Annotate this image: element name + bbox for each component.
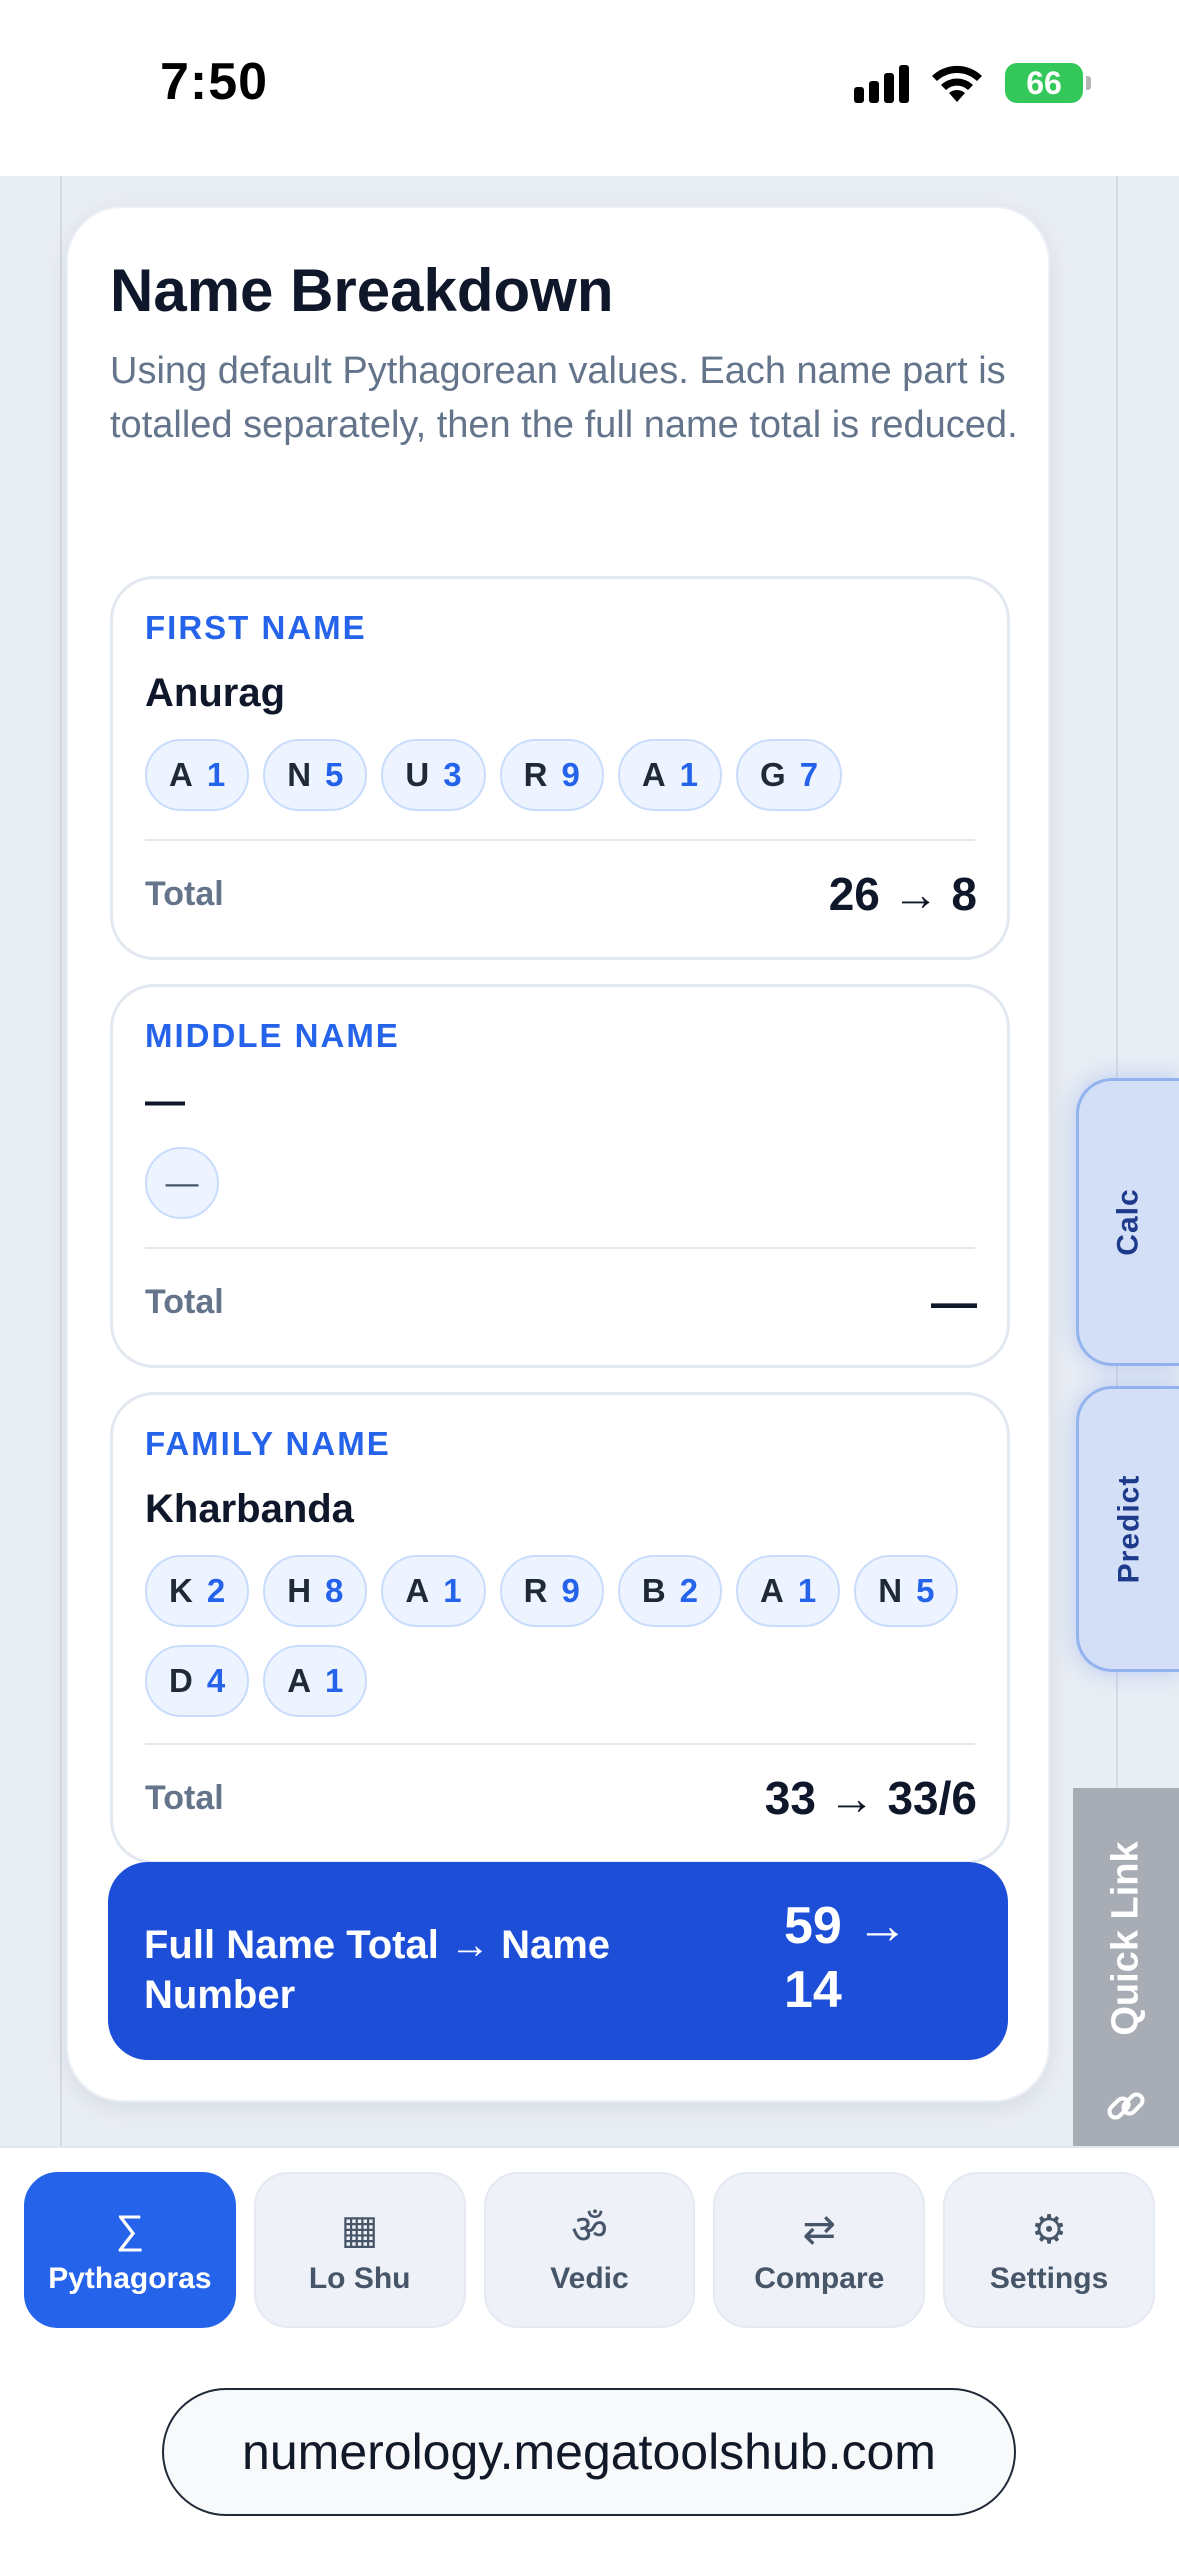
divider xyxy=(145,1247,975,1249)
content-area[interactable]: Name Breakdown Using default Pythagorean… xyxy=(0,176,1179,2146)
full-name-total-banner: Full Name Total → Name Number 59 → 14 xyxy=(108,1862,1008,2060)
letter-chip: B2 xyxy=(617,1555,723,1627)
letter-chip: K2 xyxy=(145,1555,250,1627)
divider xyxy=(145,839,975,841)
letter-chip: R9 xyxy=(499,739,604,811)
status-icons: 66 xyxy=(854,62,1091,104)
nav-label: Compare xyxy=(754,2262,885,2295)
letter-chip: D4 xyxy=(145,1645,250,1717)
letter-chips: A1 N5 U3 R9 A1 G7 xyxy=(145,739,985,811)
empty-chip: — xyxy=(145,1147,219,1219)
battery-level: 66 xyxy=(1026,64,1062,101)
letter-chip: N5 xyxy=(854,1555,959,1627)
first-name-section: FIRST NAME Anurag A1 N5 U3 R9 A1 G7 Tota… xyxy=(110,576,1010,960)
url-bar[interactable]: numerology.megatoolshub.com xyxy=(162,2388,1016,2516)
letter-chip: A1 xyxy=(263,1645,368,1717)
family-name-value: Kharbanda xyxy=(145,1487,354,1531)
nav-label: Pythagoras xyxy=(48,2262,212,2295)
section-label: MIDDLE NAME xyxy=(145,1017,400,1054)
total-label: Total xyxy=(145,875,224,913)
status-bar: 7:50 66 xyxy=(0,0,1179,176)
middle-name-value: — xyxy=(145,1079,185,1123)
nav-label: Lo Shu xyxy=(308,2262,411,2295)
link-icon xyxy=(1107,2092,1145,2120)
nav-compare[interactable]: ⇄ Compare xyxy=(713,2172,926,2328)
nav-lo-shu[interactable]: ▦ Lo Shu xyxy=(253,2172,466,2328)
card-title: Name Breakdown xyxy=(110,257,614,324)
divider xyxy=(60,176,62,2146)
section-label: FIRST NAME xyxy=(145,609,367,646)
cellular-signal-icon xyxy=(854,63,909,103)
calc-tab-label: Calc xyxy=(1112,1188,1145,1256)
letter-chips: — xyxy=(145,1147,985,1219)
middle-name-section: MIDDLE NAME — — Total — xyxy=(110,984,1010,1368)
wifi-icon xyxy=(932,65,982,102)
letter-chip: N5 xyxy=(263,739,368,811)
predict-tab[interactable]: Predict xyxy=(1076,1386,1179,1672)
om-icon: ॐ xyxy=(571,2208,608,2252)
calc-tab[interactable]: Calc xyxy=(1076,1078,1179,1366)
gear-icon: ⚙ xyxy=(1031,2208,1068,2252)
quick-link-label: Quick Link xyxy=(1104,1840,1147,2036)
first-name-value: Anurag xyxy=(145,671,285,715)
status-time: 7:50 xyxy=(160,53,269,111)
battery-icon: 66 xyxy=(1005,63,1091,103)
quick-link-tab[interactable]: Quick Link xyxy=(1073,1788,1179,2146)
letter-chip: A1 xyxy=(381,1555,486,1627)
letter-chips: K2 H8 A1 R9 B2 A1 N5 D4 A1 xyxy=(145,1555,985,1717)
letter-chip: A1 xyxy=(736,1555,841,1627)
name-breakdown-card: Name Breakdown Using default Pythagorean… xyxy=(66,206,1050,2102)
swap-arrows-icon: ⇄ xyxy=(802,2208,837,2252)
nav-settings[interactable]: ⚙ Settings xyxy=(943,2172,1155,2328)
divider xyxy=(145,1743,975,1745)
family-name-section: FAMILY NAME Kharbanda K2 H8 A1 R9 B2 A1 … xyxy=(110,1392,1010,1864)
bottom-navigation: ∑ Pythagoras ▦ Lo Shu ॐ Vedic ⇄ Compare … xyxy=(0,2146,1179,2350)
browser-url-area: numerology.megatoolshub.com xyxy=(0,2350,1179,2556)
card-description: Using default Pythagorean values. Each n… xyxy=(110,350,1018,446)
letter-chip: G7 xyxy=(736,739,843,811)
letter-chip: A1 xyxy=(617,739,723,811)
letter-chip: R9 xyxy=(499,1555,604,1627)
family-name-total: 33 → 33/6 xyxy=(764,1772,977,1824)
first-name-total: 26 → 8 xyxy=(828,868,977,920)
nav-label: Vedic xyxy=(550,2262,629,2295)
section-label: FAMILY NAME xyxy=(145,1425,391,1462)
letter-chip: U3 xyxy=(381,739,486,811)
full-total-label: Full Name Total → Name Number xyxy=(144,1923,611,2017)
predict-tab-label: Predict xyxy=(1112,1474,1145,1584)
letter-chip: A1 xyxy=(145,739,250,811)
nav-label: Settings xyxy=(989,2262,1109,2295)
total-label: Total xyxy=(145,1283,224,1321)
grid-icon: ▦ xyxy=(340,2208,379,2252)
sigma-icon: ∑ xyxy=(115,2208,145,2252)
middle-name-total: — xyxy=(931,1276,977,1328)
letter-chip: H8 xyxy=(263,1555,368,1627)
total-label: Total xyxy=(145,1779,224,1817)
nav-pythagoras[interactable]: ∑ Pythagoras xyxy=(24,2172,236,2328)
full-total-value: 59 → 14 xyxy=(784,1897,909,2019)
nav-vedic[interactable]: ॐ Vedic xyxy=(483,2172,696,2328)
